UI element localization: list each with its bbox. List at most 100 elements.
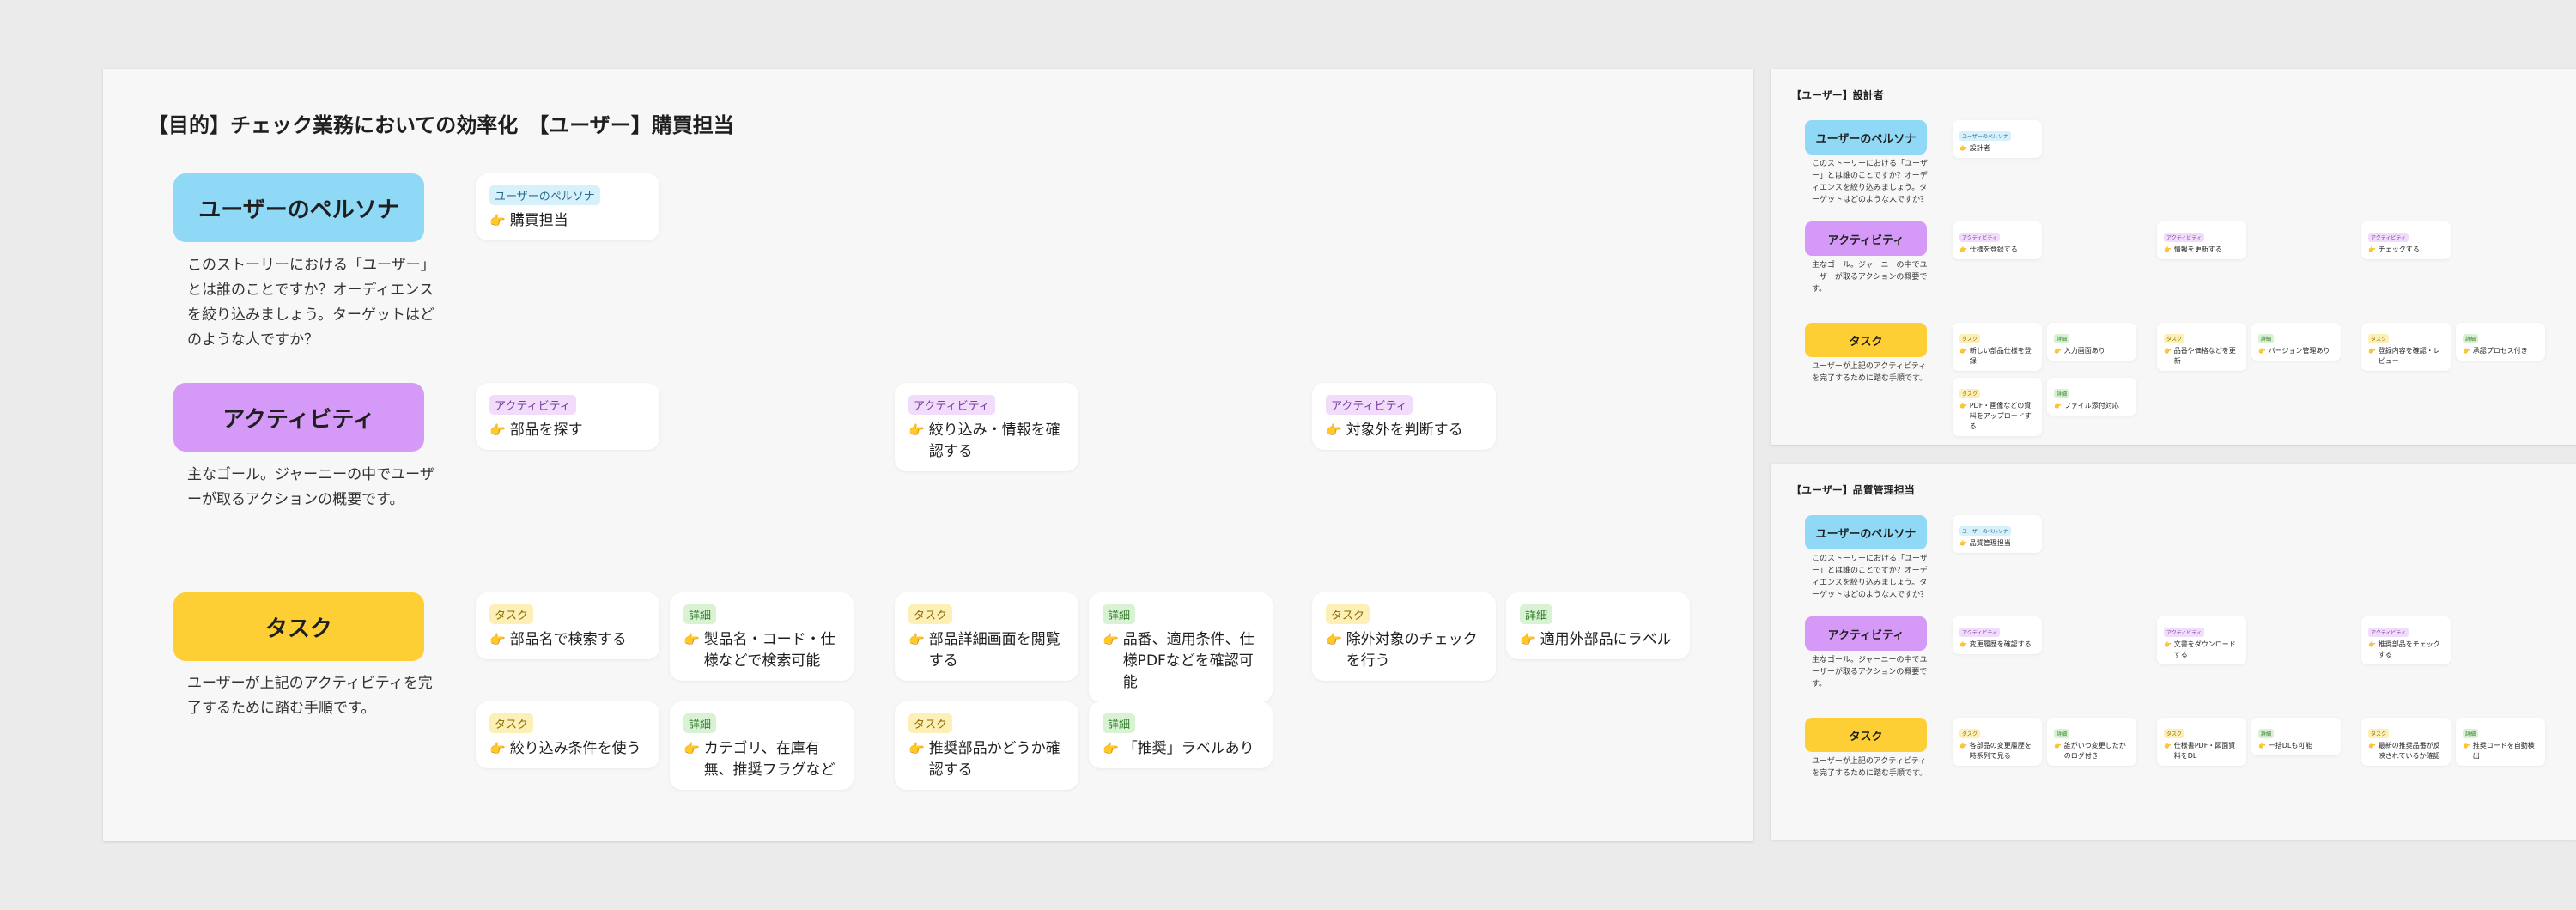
- sticky-card-task[interactable]: タスク 👉 除外対象のチェックを行う: [1312, 592, 1496, 681]
- card-tag-activity: アクティビティ: [2164, 233, 2204, 242]
- card-text: 仕様を登録する: [1969, 246, 2018, 253]
- task-row-label: タスク: [1805, 323, 1927, 357]
- card-tag-activity: アクティビティ: [1959, 233, 2000, 242]
- sticky-card-detail[interactable]: 詳細 👉 適用外部品にラベル: [1506, 592, 1690, 659]
- sticky-card-task[interactable]: タスク 👉 部品名で検索する: [476, 592, 659, 659]
- sticky-card-activity[interactable]: アクティビティ 👉 仕様を登録する: [1953, 221, 2042, 259]
- sticky-card-activity[interactable]: アクティビティ 👉 変更履歴を確認する: [1953, 616, 2042, 654]
- activity-row-label: アクティビティ: [173, 383, 424, 452]
- card-text: 除外対象のチェックを行う: [1346, 631, 1478, 670]
- hand-pointing-right-icon: 👉: [2368, 743, 2376, 749]
- card-tag-task: タスク: [1959, 334, 1981, 343]
- card-text: 各部品の変更履歴を時系列で見る: [1969, 742, 2032, 760]
- sticky-card-activity[interactable]: アクティビティ 👉 情報を更新する: [2157, 221, 2246, 259]
- hand-pointing-right-icon: 👉: [2368, 348, 2376, 355]
- card-tag-task: タスク: [2368, 334, 2390, 343]
- card-text: 製品名・コード・仕様などで検索可能: [703, 631, 835, 670]
- sticky-card-detail[interactable]: 詳細 👉 ファイル添付対応: [2047, 378, 2136, 416]
- card-text: 承認プロセス付き: [2472, 347, 2528, 355]
- card-text: 品番や価格などを更新: [2173, 347, 2236, 365]
- sticky-card-detail[interactable]: 詳細 👉 誰がいつ変更したかのログ付き: [2047, 718, 2136, 766]
- card-tag-detail: 詳細: [2258, 334, 2275, 343]
- hand-pointing-right-icon: 👉: [489, 741, 506, 756]
- task-row-label: タスク: [173, 592, 424, 661]
- card-text: チェックする: [2378, 246, 2420, 253]
- sticky-card-detail[interactable]: 詳細 👉 バージョン管理あり: [2251, 323, 2341, 361]
- persona-row-description: このストーリーにおける「ユーザー」とは誰のことですか？オーディエンスを絞り込みま…: [1812, 160, 1929, 204]
- board-title: 【ユーザー】品質管理担当: [1791, 484, 1915, 496]
- card-tag-task: タスク: [1959, 729, 1981, 738]
- sticky-card-task[interactable]: タスク 👉 部品詳細画面を閲覧する: [895, 592, 1078, 681]
- card-tag-detail: 詳細: [2054, 334, 2070, 343]
- sticky-card-detail[interactable]: 詳細 👉 入力画面あり: [2047, 323, 2136, 361]
- sticky-card-task[interactable]: タスク 👉 推奨部品かどうか確認する: [895, 701, 1078, 790]
- sticky-card-detail[interactable]: 詳細 👉 一括DLも可能: [2251, 718, 2341, 755]
- sticky-card-activity[interactable]: アクティビティ 👉 推奨部品をチェックする: [2361, 616, 2451, 664]
- sticky-card-detail[interactable]: 詳細 👉 推奨コードを自動検出: [2456, 718, 2545, 766]
- sticky-card-activity[interactable]: アクティビティ 👉 文書をダウンロードする: [2157, 616, 2246, 664]
- hand-pointing-right-icon: 👉: [1959, 246, 1967, 253]
- card-tag-detail: 詳細: [683, 604, 717, 624]
- card-text: 品番、適用条件、仕様PDFなどを確認可能: [1122, 631, 1255, 691]
- hand-pointing-right-icon: 👉: [2258, 348, 2266, 355]
- sticky-card-task[interactable]: タスク 👉 各部品の変更履歴を時系列で見る: [1953, 718, 2042, 766]
- story-map-board-designer: 【ユーザー】設計者 ユーザーのペルソナ このストーリーにおける「ユーザー」とは誰…: [1771, 69, 2576, 445]
- sticky-card-task[interactable]: タスク 👉 絞り込み条件を使う: [476, 701, 659, 768]
- sticky-card-persona[interactable]: ユーザーのペルソナ 👉 品質管理担当: [1953, 515, 2042, 553]
- sticky-card-detail[interactable]: 詳細 👉 品番、適用条件、仕様PDFなどを確認可能: [1089, 592, 1273, 702]
- task-row-description: ユーザーが上記のアクティビティを完了するために踏む手順です。: [1812, 757, 1928, 778]
- hand-pointing-right-icon: 👉: [1959, 403, 1967, 410]
- sticky-card-detail[interactable]: 詳細 👉 承認プロセス付き: [2456, 323, 2545, 361]
- card-tag-detail: 詳細: [1103, 604, 1136, 624]
- sticky-card-task[interactable]: タスク 👉 PDF・画像などの資料をアップロードする: [1953, 378, 2042, 436]
- hand-pointing-right-icon: 👉: [1959, 348, 1967, 355]
- sticky-card-activity[interactable]: アクティビティ 👉 絞り込み・情報を確認する: [895, 383, 1078, 471]
- sticky-card-detail[interactable]: 詳細 👉 「推奨」ラベルあり: [1089, 701, 1273, 768]
- sticky-card-task[interactable]: タスク 👉 品番や価格などを更新: [2157, 323, 2246, 371]
- card-text: 推奨部品かどうか確認する: [928, 740, 1060, 779]
- sticky-card-task[interactable]: タスク 👉 新しい部品仕様を登録: [1953, 323, 2042, 371]
- hand-pointing-right-icon: 👉: [1520, 632, 1536, 647]
- card-tag-task: タスク: [2164, 334, 2185, 343]
- hand-pointing-right-icon: 👉: [683, 741, 700, 756]
- sticky-card-activity[interactable]: アクティビティ 👉 部品を探す: [476, 383, 659, 450]
- hand-pointing-right-icon: 👉: [1326, 422, 1342, 438]
- card-tag-task: タスク: [2164, 729, 2185, 738]
- card-tag-detail: 詳細: [2463, 729, 2479, 738]
- card-tag-task: タスク: [489, 713, 534, 733]
- card-tag-detail: 詳細: [2258, 729, 2275, 738]
- sticky-card-activity[interactable]: アクティビティ 👉 チェックする: [2361, 221, 2451, 259]
- card-text: 最新の推奨品番が反映されているか確認: [2378, 742, 2440, 760]
- sticky-card-activity[interactable]: アクティビティ 👉 対象外を判断する: [1312, 383, 1496, 450]
- activity-row-label: アクティビティ: [1805, 221, 1927, 256]
- sticky-card-persona[interactable]: ユーザーのペルソナ 👉 購買担当: [476, 173, 659, 240]
- card-text: 絞り込み・情報を確認する: [928, 422, 1060, 460]
- hand-pointing-right-icon: 👉: [2368, 246, 2376, 253]
- sticky-card-persona[interactable]: ユーザーのペルソナ 👉 設計者: [1953, 120, 2042, 158]
- card-tag-persona: ユーザーのペルソナ: [1959, 131, 2011, 141]
- card-tag-activity: アクティビティ: [908, 395, 995, 415]
- card-text: 推奨部品をチェックする: [2378, 640, 2440, 658]
- hand-pointing-right-icon: 👉: [1959, 641, 1967, 648]
- card-text: ファイル添付対応: [2063, 402, 2119, 410]
- card-tag-task: タスク: [1959, 389, 1981, 398]
- hand-pointing-right-icon: 👉: [1326, 632, 1342, 647]
- card-tag-task: タスク: [908, 604, 953, 624]
- hand-pointing-right-icon: 👉: [2054, 743, 2062, 749]
- card-tag-activity: アクティビティ: [2164, 628, 2204, 637]
- card-text: 部品詳細画面を閲覧する: [928, 631, 1060, 670]
- card-text: 推奨コードを自動検出: [2472, 742, 2535, 760]
- sticky-card-task[interactable]: タスク 👉 登録内容を確認・レビュー: [2361, 323, 2451, 371]
- hand-pointing-right-icon: 👉: [2054, 403, 2062, 410]
- card-text: 文書をダウンロードする: [2173, 640, 2236, 658]
- hand-pointing-right-icon: 👉: [489, 213, 506, 228]
- sticky-card-task[interactable]: タスク 👉 最新の推奨品番が反映されているか確認: [2361, 718, 2451, 766]
- persona-row-description: このストーリーにおける「ユーザー」とは誰のことですか？オーディエンスを絞り込みま…: [1812, 555, 1929, 599]
- card-tag-persona: ユーザーのペルソナ: [489, 185, 600, 205]
- task-row-description: ユーザーが上記のアクティビティを完了するために踏む手順です。: [1812, 362, 1928, 383]
- sticky-card-detail[interactable]: 詳細 👉 製品名・コード・仕様などで検索可能: [670, 592, 854, 681]
- card-text: 絞り込み条件を使う: [509, 740, 641, 757]
- sticky-card-task[interactable]: タスク 👉 仕様書PDF・図面資料をDL: [2157, 718, 2246, 766]
- sticky-card-detail[interactable]: 詳細 👉 カテゴリ、在庫有無、推奨フラグなど: [670, 701, 854, 790]
- card-text: 新しい部品仕様を登録: [1969, 347, 2032, 365]
